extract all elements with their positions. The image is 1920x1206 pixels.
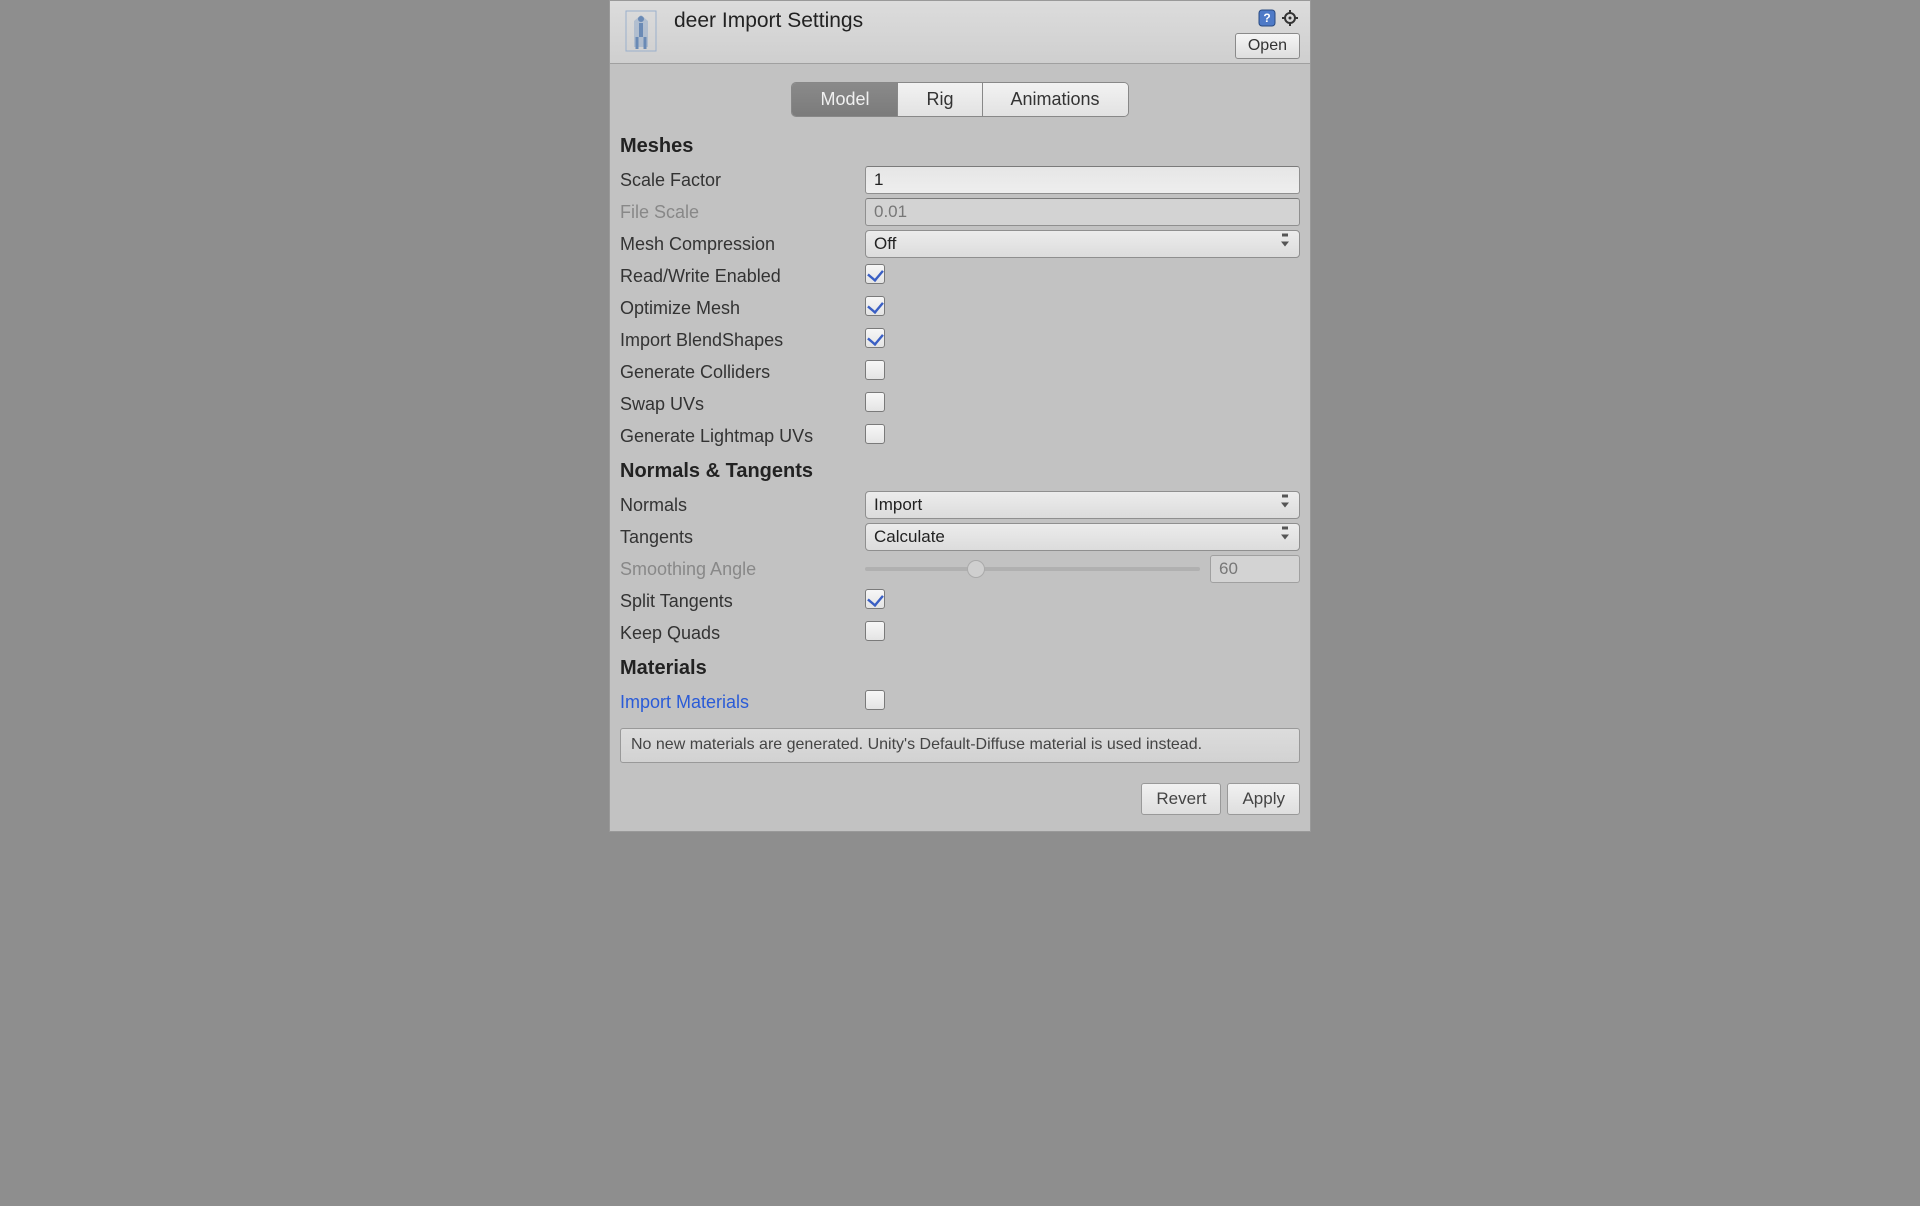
file-scale-input: [865, 198, 1300, 226]
asset-model-icon: [622, 7, 660, 55]
mesh-compression-select[interactable]: Off: [865, 230, 1300, 258]
footer: Revert Apply: [620, 783, 1300, 815]
swap-uvs-checkbox[interactable]: [865, 392, 885, 412]
smoothing-angle-value: [1210, 555, 1300, 583]
keep-quads-checkbox[interactable]: [865, 621, 885, 641]
tab-animations[interactable]: Animations: [983, 83, 1128, 116]
normals-label: Normals: [620, 495, 865, 516]
materials-info-box: No new materials are generated. Unity's …: [620, 728, 1300, 763]
tab-rig[interactable]: Rig: [898, 83, 982, 116]
import-materials-label: Import Materials: [620, 692, 865, 713]
generate-lightmap-uvs-label: Generate Lightmap UVs: [620, 426, 865, 447]
optimize-mesh-checkbox[interactable]: [865, 296, 885, 316]
svg-text:?: ?: [1263, 11, 1270, 25]
inspector-panel: deer Import Settings ? Open Model Rig: [609, 0, 1311, 832]
generate-colliders-checkbox[interactable]: [865, 360, 885, 380]
generate-colliders-label: Generate Colliders: [620, 362, 865, 383]
file-scale-label: File Scale: [620, 202, 865, 223]
tangents-select[interactable]: Calculate: [865, 523, 1300, 551]
gear-icon[interactable]: [1282, 9, 1300, 27]
inspector-body: Model Rig Animations Meshes Scale Factor…: [610, 82, 1310, 831]
tangents-label: Tangents: [620, 527, 865, 548]
scale-factor-input[interactable]: [865, 166, 1300, 194]
smoothing-angle-label: Smoothing Angle: [620, 559, 865, 580]
keep-quads-label: Keep Quads: [620, 623, 865, 644]
normals-select[interactable]: Import: [865, 491, 1300, 519]
mesh-compression-label: Mesh Compression: [620, 234, 865, 255]
open-button[interactable]: Open: [1235, 33, 1300, 59]
split-tangents-checkbox[interactable]: [865, 589, 885, 609]
section-meshes: Meshes: [620, 135, 1300, 158]
tab-model[interactable]: Model: [792, 83, 898, 116]
swap-uvs-label: Swap UVs: [620, 394, 865, 415]
header: deer Import Settings ? Open: [610, 1, 1310, 64]
help-icon[interactable]: ?: [1258, 9, 1276, 27]
read-write-checkbox[interactable]: [865, 264, 885, 284]
import-materials-checkbox[interactable]: [865, 690, 885, 710]
generate-lightmap-uvs-checkbox[interactable]: [865, 424, 885, 444]
apply-button[interactable]: Apply: [1227, 783, 1300, 815]
optimize-mesh-label: Optimize Mesh: [620, 298, 865, 319]
import-blendshapes-label: Import BlendShapes: [620, 330, 865, 351]
tab-bar: Model Rig Animations: [620, 82, 1300, 117]
section-materials: Materials: [620, 657, 1300, 680]
smoothing-angle-slider: [865, 567, 1200, 571]
import-blendshapes-checkbox[interactable]: [865, 328, 885, 348]
split-tangents-label: Split Tangents: [620, 591, 865, 612]
section-normals-tangents: Normals & Tangents: [620, 460, 1300, 483]
scale-factor-label: Scale Factor: [620, 170, 865, 191]
page-title: deer Import Settings: [674, 9, 863, 33]
read-write-label: Read/Write Enabled: [620, 266, 865, 287]
revert-button[interactable]: Revert: [1141, 783, 1221, 815]
